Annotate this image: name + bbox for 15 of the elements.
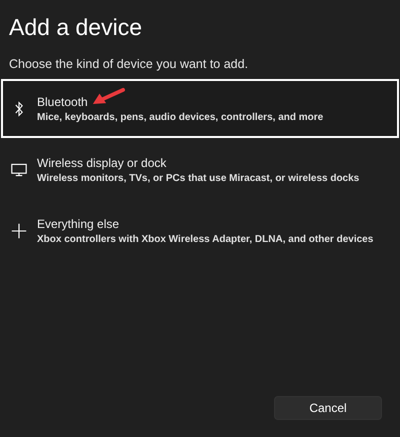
device-option[interactable]: Everything else Xbox controllers with Xbox Wireless Adapter, DLNA, and other devices [1, 201, 399, 260]
device-description: Mice, keyboards, pens, audio devices, controllers, and more [37, 112, 324, 122]
bluetooth-icon [14, 100, 24, 116]
device-name: Bluetooth [37, 94, 88, 108]
device-name: Everything else [37, 216, 120, 230]
device-option[interactable]: Bluetooth Mice, keyboards, pens, audio devices, controllers, and more [1, 79, 399, 138]
device-option[interactable]: Wireless display or dock Wireless monitors, TVs, or PCs that use Miracast, or wireless docks [1, 140, 399, 199]
dialog-subtitle: Choose the kind of device you want to add. [9, 57, 248, 71]
dialog-title: Add a device [9, 14, 142, 41]
plus-icon [11, 222, 27, 238]
device-name: Wireless display or dock [37, 156, 166, 170]
device-description: Xbox controllers with Xbox Wireless Adapter, DLNA, and other devices [37, 234, 374, 244]
monitor-icon [11, 162, 27, 178]
device-description: Wireless monitors, TVs, or PCs that use Miracast, or wireless docks [37, 172, 360, 184]
cancel-button[interactable]: Cancel [274, 396, 382, 420]
